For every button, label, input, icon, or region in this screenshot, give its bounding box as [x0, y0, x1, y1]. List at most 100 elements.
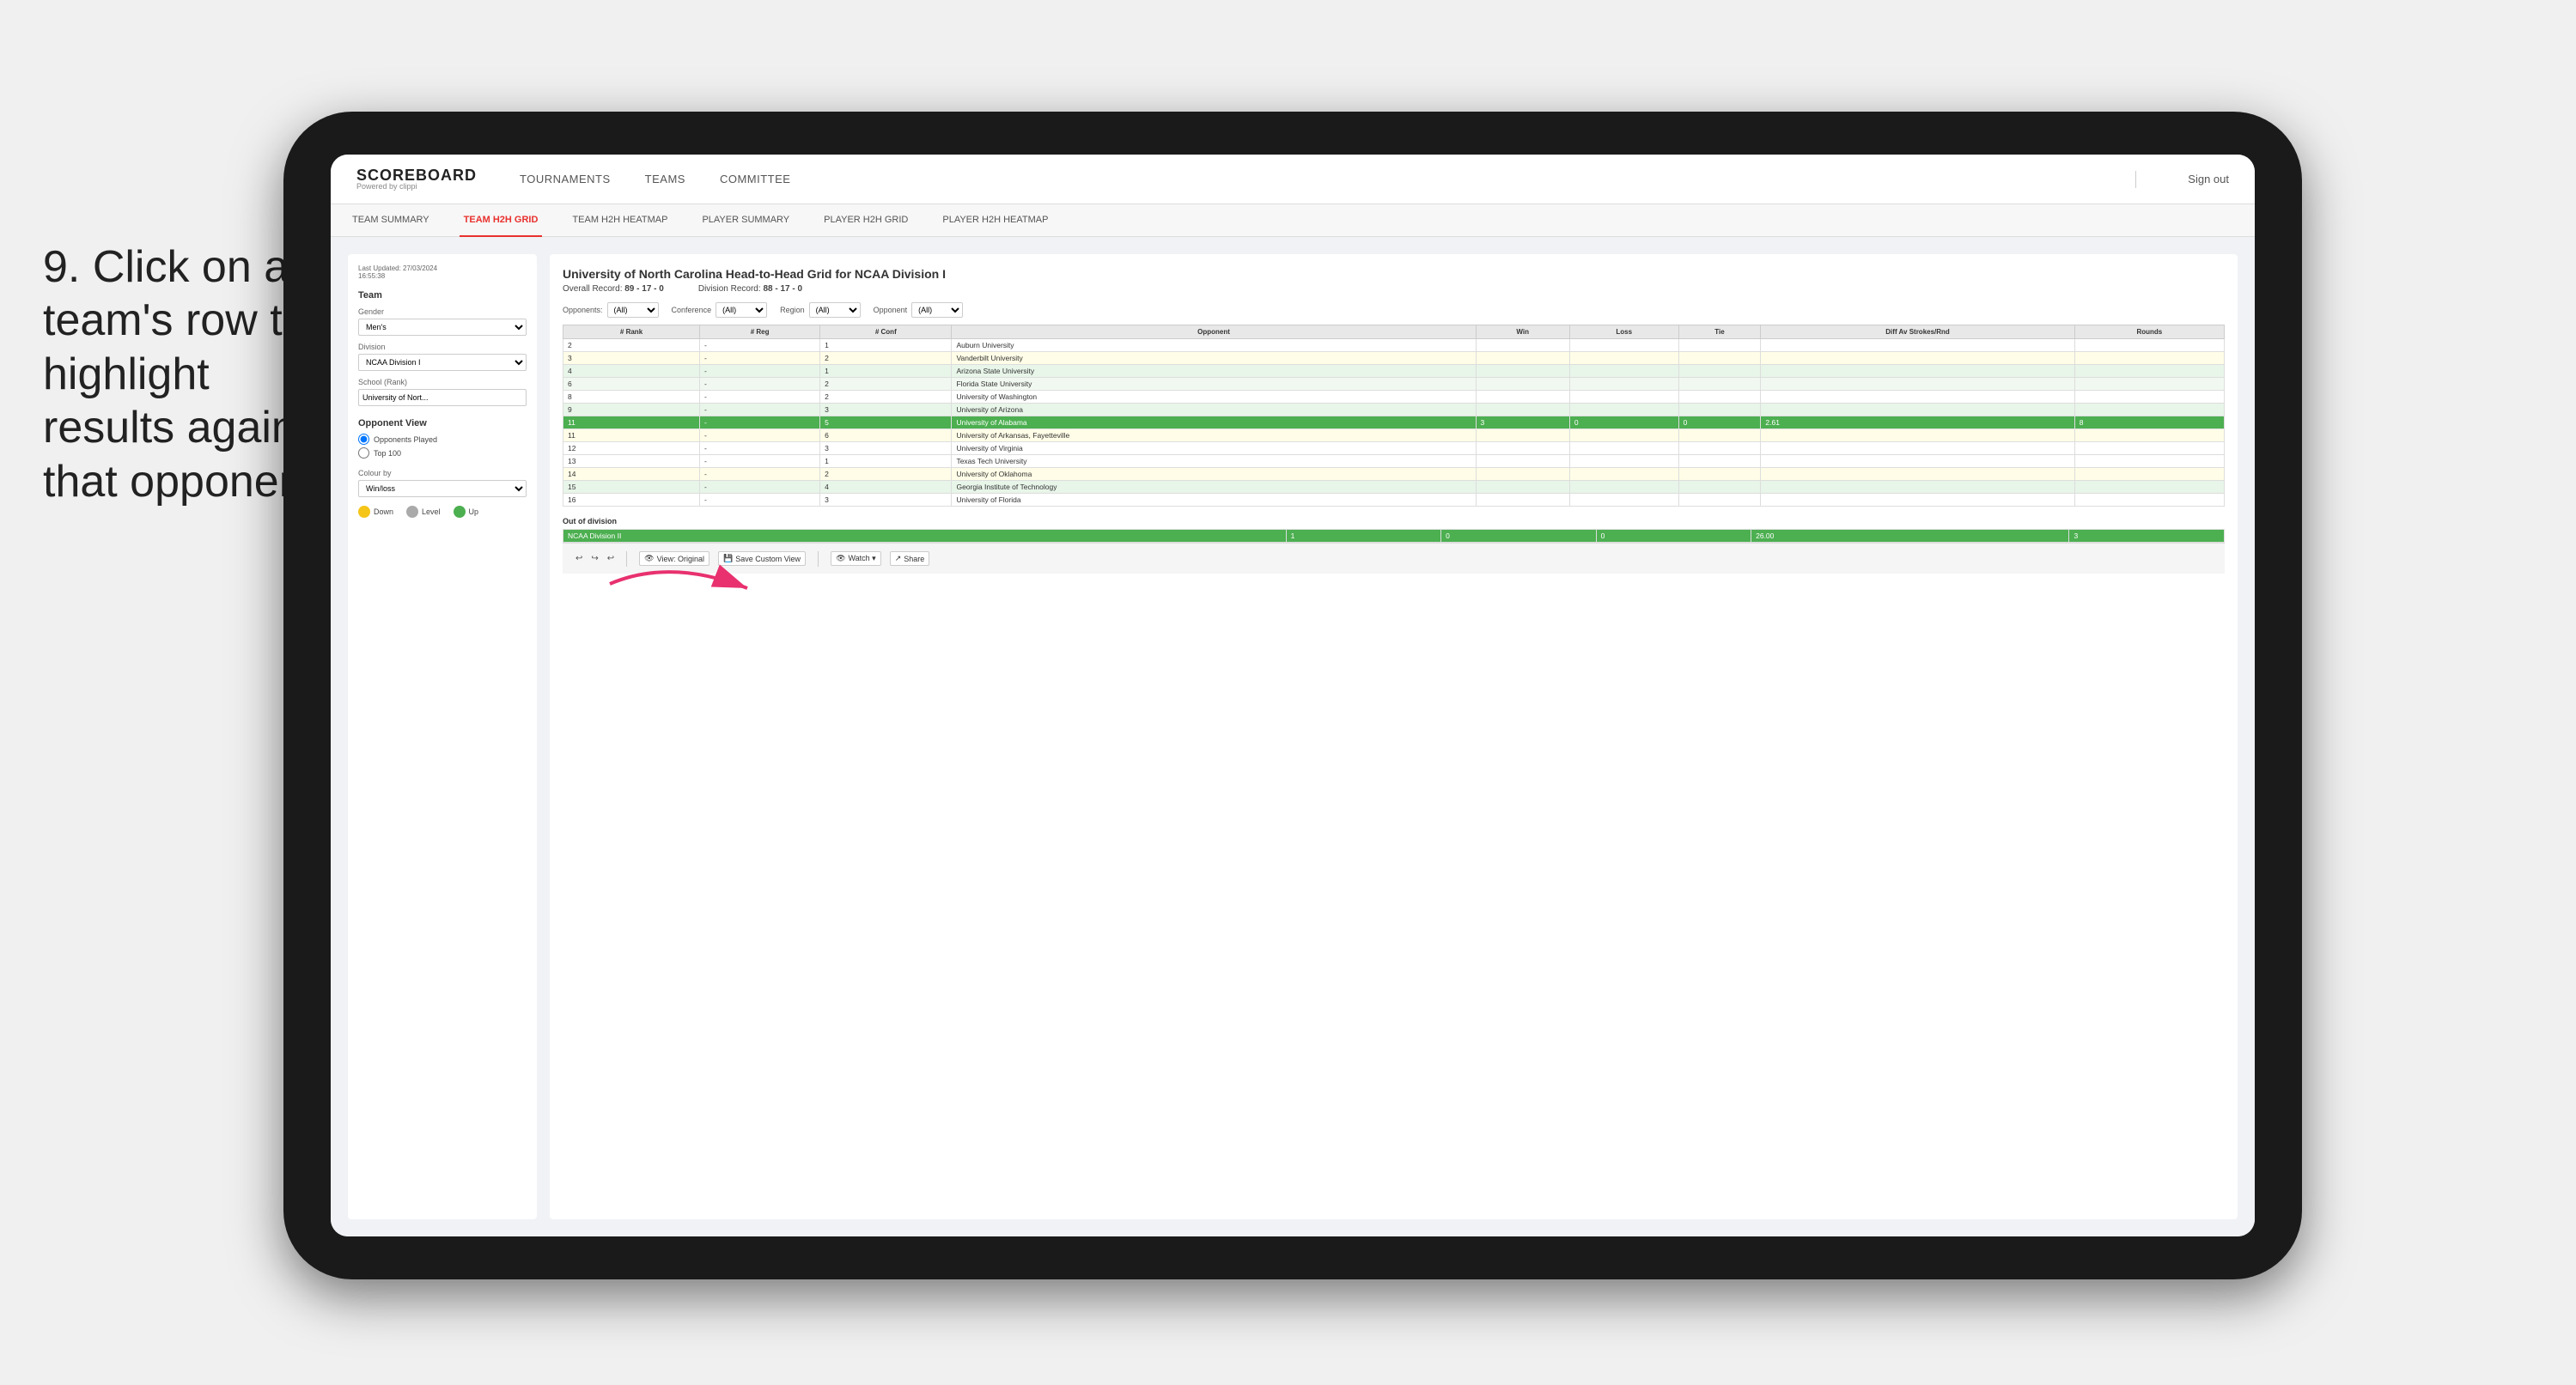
out-of-division-row[interactable]: NCAA Division II 1 0 0 26.00 3	[563, 530, 2225, 543]
tab-player-summary[interactable]: PLAYER SUMMARY	[697, 204, 794, 237]
th-win: Win	[1476, 325, 1569, 339]
table-container: # Rank # Reg # Conf Opponent Win Loss Ti…	[563, 325, 2225, 543]
table-row[interactable]: 3-2Vanderbilt University	[563, 352, 2225, 365]
watch-btn[interactable]: 👁 Watch ▾	[831, 551, 881, 566]
legend-down-dot	[358, 506, 370, 518]
region-filter: Region (All)	[780, 302, 861, 318]
view-original-btn[interactable]: 👁 View: Original	[639, 551, 709, 566]
nav-divider	[2135, 171, 2136, 188]
data-cell: 15	[563, 481, 700, 494]
last-updated: Last Updated: 27/03/2024 16:55:38	[358, 264, 527, 280]
data-cell	[1569, 339, 1678, 352]
table-row[interactable]: 2-1Auburn University	[563, 339, 2225, 352]
region-filter-select[interactable]: (All)	[809, 302, 861, 318]
data-cell	[1678, 352, 1761, 365]
data-cell: -	[700, 404, 820, 416]
table-row[interactable]: 11-5University of Alabama3002.618	[563, 416, 2225, 429]
data-cell	[2074, 468, 2224, 481]
data-cell: 5	[820, 416, 952, 429]
legend-up: Up	[454, 506, 479, 518]
sub-nav: TEAM SUMMARY TEAM H2H GRID TEAM H2H HEAT…	[331, 204, 2255, 237]
data-cell: 6	[563, 378, 700, 391]
watch-icon: 👁	[836, 554, 845, 563]
opponents-filter-select[interactable]: (All)	[607, 302, 659, 318]
back-icon[interactable]: ↩	[607, 554, 614, 563]
radio-group: Opponents Played Top 100	[358, 434, 527, 459]
redo-icon[interactable]: ↪	[591, 554, 598, 563]
table-row[interactable]: 12-3University of Virginia	[563, 442, 2225, 455]
data-cell: 1	[820, 365, 952, 378]
data-cell	[1569, 481, 1678, 494]
data-cell: -	[700, 378, 820, 391]
data-cell: 14	[563, 468, 700, 481]
conference-filter-select[interactable]: (All)	[716, 302, 767, 318]
data-cell: 3	[1476, 416, 1569, 429]
undo-icon[interactable]: ↩	[575, 554, 582, 563]
opponent-cell: Florida State University	[952, 378, 1476, 391]
data-cell	[1678, 442, 1761, 455]
table-row[interactable]: 15-4Georgia Institute of Technology	[563, 481, 2225, 494]
share-btn[interactable]: ↗ Share	[890, 551, 930, 566]
gender-label: Gender	[358, 307, 527, 316]
tab-team-h2h-heatmap[interactable]: TEAM H2H HEATMAP	[568, 204, 672, 237]
table-row[interactable]: 14-2University of Oklahoma	[563, 468, 2225, 481]
opponent-cell: University of Washington	[952, 391, 1476, 404]
h2h-table: # Rank # Reg # Conf Opponent Win Loss Ti…	[563, 325, 2225, 507]
data-cell	[1476, 468, 1569, 481]
th-opponent: Opponent	[952, 325, 1476, 339]
data-cell: 4	[563, 365, 700, 378]
data-cell: 3	[820, 442, 952, 455]
division-select[interactable]: NCAA Division I	[358, 354, 527, 371]
data-cell	[1569, 404, 1678, 416]
data-cell: 0	[1569, 416, 1678, 429]
data-cell	[1761, 391, 2074, 404]
conference-filter: Conference (All)	[672, 302, 768, 318]
out-of-division-table: NCAA Division II 1 0 0 26.00 3	[563, 529, 2225, 543]
tab-team-h2h-grid[interactable]: TEAM H2H GRID	[460, 204, 543, 237]
tab-team-summary[interactable]: TEAM SUMMARY	[348, 204, 434, 237]
tab-player-h2h-heatmap[interactable]: PLAYER H2H HEATMAP	[938, 204, 1052, 237]
data-cell	[2074, 391, 2224, 404]
nav-tournaments[interactable]: TOURNAMENTS	[520, 173, 611, 185]
nav-committee[interactable]: COMMITTEE	[720, 173, 791, 185]
out-division-win: 1	[1286, 530, 1441, 543]
opponent-cell: University of Florida	[952, 494, 1476, 507]
opponent-cell: University of Alabama	[952, 416, 1476, 429]
data-cell: 3	[563, 352, 700, 365]
table-row[interactable]: 9-3University of Arizona	[563, 404, 2225, 416]
left-panel: Last Updated: 27/03/2024 16:55:38 Team G…	[348, 254, 537, 1219]
data-cell: 1	[820, 455, 952, 468]
sign-out-link[interactable]: Sign out	[2188, 173, 2229, 185]
table-row[interactable]: 8-2University of Washington	[563, 391, 2225, 404]
data-cell: 11	[563, 429, 700, 442]
data-cell	[1678, 378, 1761, 391]
nav-teams[interactable]: TEAMS	[645, 173, 685, 185]
radio-opponents-played[interactable]: Opponents Played	[358, 434, 527, 445]
opponent-cell: Auburn University	[952, 339, 1476, 352]
data-cell	[1569, 391, 1678, 404]
tab-player-h2h-grid[interactable]: PLAYER H2H GRID	[819, 204, 912, 237]
table-row[interactable]: 4-1Arizona State University	[563, 365, 2225, 378]
opponents-filter-label: Opponents:	[563, 306, 603, 314]
opponent-cell: University of Arkansas, Fayetteville	[952, 429, 1476, 442]
logo-scoreboard: SCOREBOARD	[356, 167, 477, 183]
colour-by-select[interactable]: Win/loss	[358, 480, 527, 497]
out-division-rounds: 3	[2069, 530, 2225, 543]
gender-select[interactable]: Men's	[358, 319, 527, 336]
radio-top-100[interactable]: Top 100	[358, 447, 527, 459]
data-cell: 3	[820, 494, 952, 507]
data-cell	[1761, 352, 2074, 365]
data-cell	[1678, 391, 1761, 404]
data-cell	[1476, 442, 1569, 455]
save-custom-btn[interactable]: 💾 Save Custom View	[718, 551, 806, 566]
table-row[interactable]: 6-2Florida State University	[563, 378, 2225, 391]
data-cell	[1476, 481, 1569, 494]
opponent-filter-select[interactable]: (All)	[911, 302, 963, 318]
data-cell	[1569, 429, 1678, 442]
table-row[interactable]: 13-1Texas Tech University	[563, 455, 2225, 468]
school-input[interactable]	[358, 389, 527, 406]
main-content: Last Updated: 27/03/2024 16:55:38 Team G…	[331, 237, 2255, 1236]
table-row[interactable]: 11-6University of Arkansas, Fayetteville	[563, 429, 2225, 442]
data-cell: 12	[563, 442, 700, 455]
table-row[interactable]: 16-3University of Florida	[563, 494, 2225, 507]
